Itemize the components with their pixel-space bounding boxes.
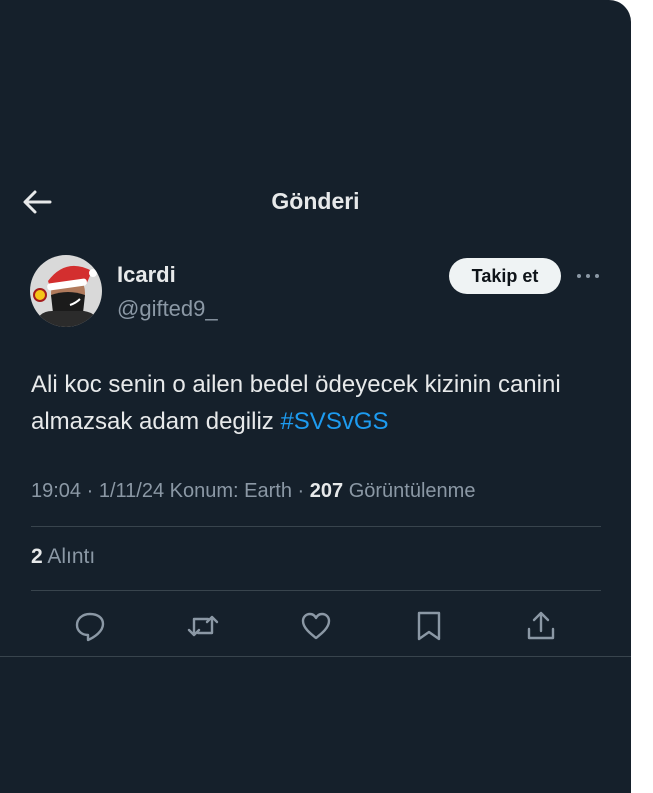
- phone-screen: Gönderi Icardi @gifted9_ Takip et Ali ko…: [0, 0, 631, 793]
- heart-icon: [301, 612, 331, 640]
- divider: [0, 656, 631, 657]
- tweet-location: Konum: Earth: [169, 480, 292, 502]
- bookmark-button[interactable]: [412, 609, 446, 643]
- page-title: Gönderi: [271, 188, 360, 214]
- bookmark-icon: [417, 611, 441, 641]
- divider: [31, 526, 601, 527]
- share-icon: [527, 611, 555, 640]
- separator: ·: [297, 480, 305, 502]
- quotes-label: Alıntı: [47, 545, 96, 568]
- tweet-text: Ali koc senin o ailen bedel ödeyecek kiz…: [31, 366, 601, 440]
- tweet-metadata: 19:04 · 1/11/24 Konum: Earth · 207 Görün…: [31, 480, 475, 503]
- author-handle[interactable]: @gifted9_: [117, 296, 218, 322]
- top-bar: Gönderi: [0, 176, 631, 228]
- quotes-count: 2: [31, 545, 43, 568]
- more-horizontal-icon: [577, 274, 599, 278]
- share-button[interactable]: [524, 609, 558, 643]
- retweet-icon: [187, 615, 219, 637]
- author-name[interactable]: Icardi: [117, 262, 176, 288]
- views-count: 207: [309, 480, 344, 502]
- tweet-time[interactable]: 19:04: [31, 480, 81, 502]
- reply-button[interactable]: [73, 609, 107, 643]
- tweet-date[interactable]: 1/11/24: [99, 480, 164, 502]
- divider: [31, 590, 601, 591]
- retweet-button[interactable]: [186, 609, 220, 643]
- more-options-button[interactable]: [574, 262, 602, 290]
- like-button[interactable]: [299, 609, 333, 643]
- action-bar: [0, 604, 631, 648]
- reply-icon: [75, 612, 105, 642]
- avatar-image: [30, 255, 102, 327]
- follow-button[interactable]: Takip et: [449, 258, 561, 294]
- views-label: Görüntülenme: [348, 480, 476, 502]
- quotes-link[interactable]: 2 Alıntı: [31, 545, 95, 569]
- separator: ·: [86, 480, 94, 502]
- hashtag-link[interactable]: #SVSvGS: [280, 408, 388, 435]
- avatar[interactable]: [30, 255, 102, 327]
